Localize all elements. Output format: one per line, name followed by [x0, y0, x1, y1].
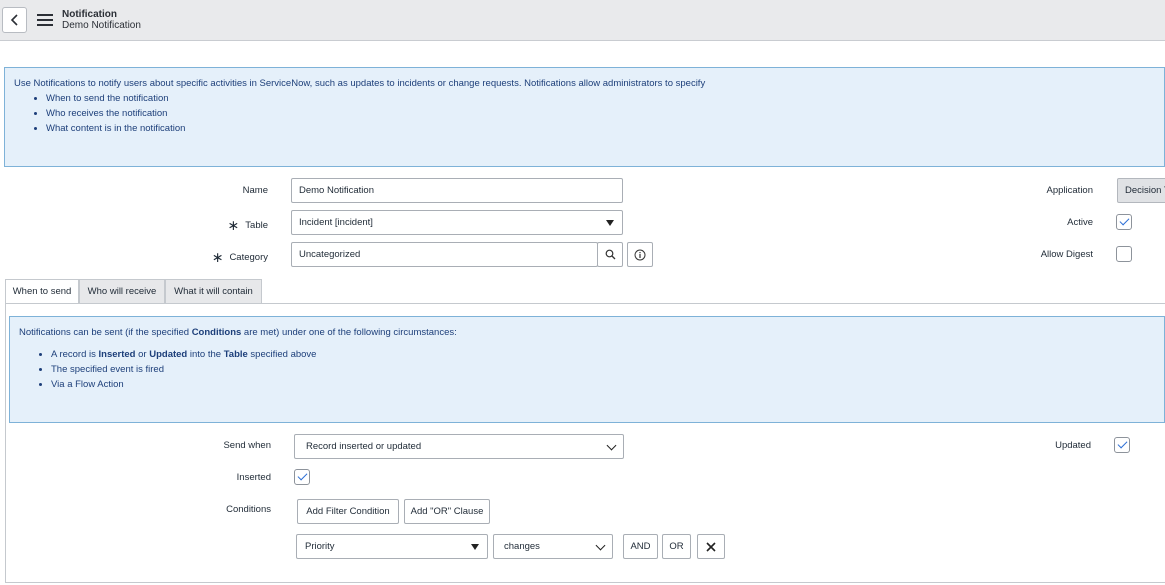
application-value: Decision T	[1125, 185, 1165, 196]
inserted-label: Inserted	[236, 472, 271, 483]
intro-list: When to send the notification Who receiv…	[14, 91, 1155, 136]
tab-what-it-will-contain[interactable]: What it will contain	[165, 279, 262, 304]
send-when-select[interactable]: Record inserted or updated	[294, 434, 624, 459]
info-text-bold: Table	[223, 349, 248, 360]
tab-label: What it will contain	[174, 286, 253, 297]
info-text: into the	[187, 349, 224, 360]
send-when-label: Send when	[223, 440, 271, 451]
inserted-checkbox[interactable]	[294, 469, 310, 485]
button-label: Add Filter Condition	[306, 506, 390, 517]
info-text: Notifications can be sent (if the specif…	[19, 327, 192, 338]
intro-item: What content is in the notification	[46, 121, 1155, 136]
button-label: OR	[669, 541, 684, 552]
dropdown-arrow-icon	[606, 220, 614, 226]
tab-label: When to send	[12, 286, 72, 297]
application-label: Application	[1046, 185, 1093, 196]
category-lookup-button[interactable]	[597, 242, 623, 267]
tab-when-to-send[interactable]: When to send	[5, 279, 79, 304]
required-indicator: ∗	[227, 217, 240, 233]
active-label: Active	[1067, 217, 1093, 228]
active-checkbox[interactable]	[1116, 214, 1132, 230]
button-label: AND	[630, 541, 651, 552]
name-field[interactable]: Demo Notification	[291, 178, 623, 203]
close-icon	[706, 541, 716, 552]
table-value: Incident [incident]	[299, 217, 373, 228]
category-field[interactable]: Uncategorized	[291, 242, 598, 267]
info-text: are met) under one of the following circ…	[241, 327, 457, 338]
intro-text: Use Notifications to notify users about …	[14, 78, 706, 89]
dropdown-arrow-icon	[471, 544, 479, 550]
back-button[interactable]	[2, 7, 27, 33]
intro-item: When to send the notification	[46, 91, 1155, 106]
add-filter-condition-button[interactable]: Add Filter Condition	[297, 499, 399, 524]
table-select[interactable]: Incident [incident]	[291, 210, 623, 235]
info-text: A record is	[51, 349, 99, 360]
panel-border	[5, 304, 6, 583]
search-icon	[605, 249, 615, 260]
info-text: specified above	[247, 349, 317, 360]
info-text-bold: Inserted	[98, 349, 136, 360]
send-when-value: Record inserted or updated	[306, 441, 422, 452]
condition-operator-select[interactable]: changes	[493, 534, 613, 559]
name-label: Name	[242, 185, 268, 196]
required-indicator: ∗	[211, 249, 224, 265]
form-header: Notification Demo Notification	[0, 0, 1165, 41]
delete-condition-button[interactable]	[697, 534, 725, 559]
application-field: Decision T	[1117, 178, 1165, 203]
condition-field-select[interactable]: Priority	[296, 534, 488, 559]
allow-digest-checkbox[interactable]	[1116, 246, 1132, 262]
category-value: Uncategorized	[299, 249, 361, 260]
conditions-label: Conditions	[226, 504, 271, 515]
updated-label: Updated	[1055, 440, 1091, 451]
tab-divider	[5, 303, 1165, 304]
context-menu-icon[interactable]	[37, 14, 53, 26]
tab-label: Who will receive	[87, 286, 157, 297]
add-or-clause-button[interactable]: Add "OR" Clause	[404, 499, 490, 524]
when-info-intro: Notifications can be sent (if the specif…	[19, 325, 1155, 340]
info-text-bold: Updated	[149, 349, 188, 360]
record-name-subtitle: Demo Notification	[62, 20, 141, 31]
condition-field-value: Priority	[305, 541, 335, 552]
button-label: Add "OR" Clause	[410, 506, 484, 517]
chevron-down-icon	[606, 440, 617, 451]
when-info-box: Notifications can be sent (if the specif…	[9, 316, 1165, 423]
name-value: Demo Notification	[299, 185, 374, 196]
updated-checkbox[interactable]	[1114, 437, 1130, 453]
allow-digest-label: Allow Digest	[1040, 249, 1093, 260]
category-info-button[interactable]	[627, 242, 653, 267]
and-condition-button[interactable]: AND	[623, 534, 658, 559]
when-info-item: The specified event is fired	[51, 362, 1155, 377]
category-label-text: Category	[229, 252, 268, 263]
info-icon	[634, 249, 646, 260]
or-condition-button[interactable]: OR	[662, 534, 691, 559]
category-label: ∗ Category	[180, 247, 268, 265]
table-label-text: Table	[245, 220, 268, 231]
intro-item: Who receives the notification	[46, 106, 1155, 121]
panel-bottom-border	[5, 582, 1165, 583]
table-label: ∗ Table	[180, 215, 268, 233]
info-text-bold: Conditions	[191, 327, 242, 338]
record-type-title: Notification	[62, 9, 117, 20]
when-info-item: A record is Inserted or Updated into the…	[51, 347, 1155, 362]
chevron-down-icon	[595, 540, 606, 551]
intro-info-box: Use Notifications to notify users about …	[4, 67, 1165, 167]
when-info-list: A record is Inserted or Updated into the…	[19, 347, 1155, 392]
tab-who-will-receive[interactable]: Who will receive	[79, 279, 165, 304]
condition-operator-value: changes	[504, 541, 540, 552]
info-text: or	[135, 349, 150, 360]
when-info-item: Via a Flow Action	[51, 377, 1155, 392]
chevron-left-icon	[10, 14, 18, 26]
